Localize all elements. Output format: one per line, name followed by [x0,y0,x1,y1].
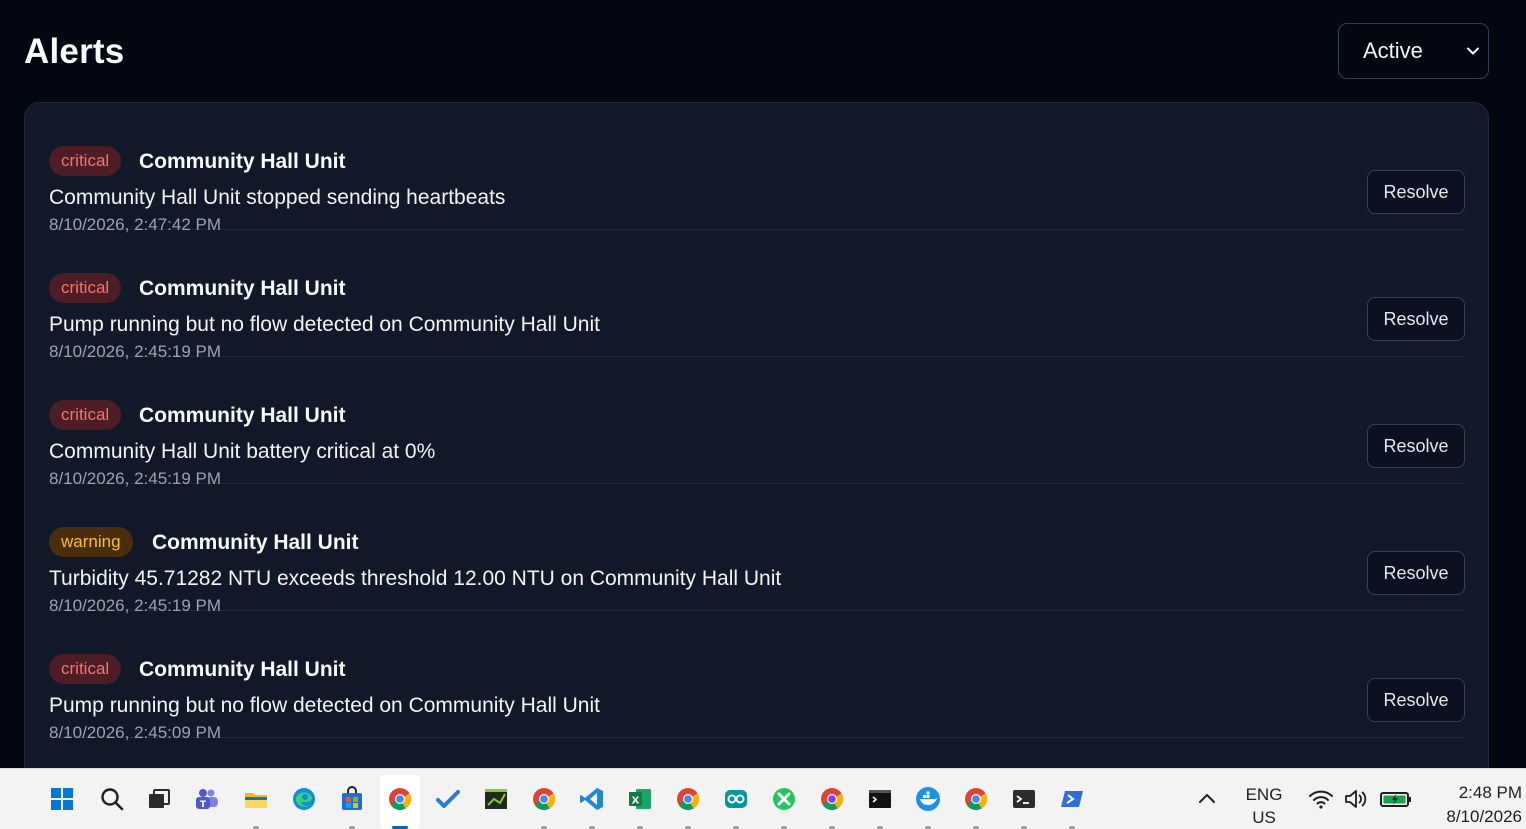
teams-icon[interactable]: T [194,786,220,812]
resolve-button[interactable]: Resolve [1367,678,1465,722]
language-indicator[interactable]: ENG US [1240,783,1288,829]
alerts-panel: critical Community Hall Unit Community H… [24,102,1489,768]
chrome-icon[interactable] [675,786,701,812]
chrome-icon[interactable] [819,786,845,812]
docker-icon[interactable] [915,786,941,812]
chrome-icon[interactable] [531,786,557,812]
wifi-icon[interactable] [1308,786,1334,812]
alerts-page: Alerts Active critical Community Hall Un… [0,0,1526,768]
resolve-button[interactable]: Resolve [1367,424,1465,468]
todo-icon[interactable] [435,786,461,812]
alert-row: critical Community Hall Unit Pump runnin… [49,230,1465,361]
show-hidden-icons-chevron-icon[interactable] [1194,786,1220,812]
edge-icon[interactable] [291,786,317,812]
page-title: Alerts [24,32,125,71]
chrome-icon[interactable] [387,786,413,812]
alert-device: Community Hall Unit [152,531,359,554]
powershell-icon[interactable] [1059,786,1085,812]
alert-timestamp: 8/10/2026, 2:45:09 PM [49,723,222,742]
alert-message: Community Hall Unit battery critical at … [49,440,436,463]
resolve-button[interactable]: Resolve [1367,551,1465,595]
windows-start-icon[interactable] [49,786,75,812]
clock-date: 8/10/2026 [1446,807,1522,826]
chevron-down-icon [1467,47,1479,55]
severity-badge: critical [49,654,122,684]
alert-device: Community Hall Unit [139,404,346,427]
console-icon[interactable] [867,786,893,812]
status-filter-select[interactable]: Active [1338,23,1489,79]
excel-icon[interactable]: X [627,786,653,812]
clock-time: 2:48 PM [1458,783,1522,802]
alert-device: Community Hall Unit [139,150,346,173]
alert-message: Turbidity 45.71282 NTU exceeds threshold… [49,567,782,590]
alert-message: Community Hall Unit stopped sending hear… [49,186,506,209]
svg-text:T: T [200,800,207,810]
alert-row: critical Community Hall Unit Pump runnin… [49,611,1465,742]
chrome-icon[interactable] [963,786,989,812]
vscode-icon[interactable] [579,786,605,812]
search-icon[interactable] [99,786,125,812]
language-code: ENG [1245,785,1283,804]
arduino-icon[interactable] [723,786,749,812]
alert-message: Pump running but no flow detected on Com… [49,694,600,717]
clock[interactable]: 2:48 PM 8/10/2026 [1430,781,1522,829]
region-code: US [1252,808,1276,827]
resolve-button[interactable]: Resolve [1367,170,1465,214]
alert-device: Community Hall Unit [139,658,346,681]
app-icon[interactable] [771,786,797,812]
file-explorer-icon[interactable] [243,786,269,812]
battery-charging-icon[interactable] [1380,786,1412,812]
task-view-icon[interactable] [146,786,172,812]
volume-icon[interactable] [1343,786,1369,812]
alert-row: critical Community Hall Unit Community H… [49,103,1465,234]
severity-badge: critical [49,400,122,430]
terminal-icon[interactable] [1011,786,1037,812]
severity-badge: warning [49,527,133,557]
severity-badge: critical [49,146,122,176]
svg-text:X: X [632,796,640,807]
alert-message: Pump running but no flow detected on Com… [49,313,600,336]
status-filter-value: Active [1363,38,1423,63]
windows-taskbar: T X ENG US 2:48 PM 8/10/2026 [0,768,1526,829]
alert-row: warning Community Hall Unit Turbidity 45… [49,484,1465,615]
store-icon[interactable] [339,786,365,812]
severity-badge: critical [49,273,122,303]
alert-row: critical Community Hall Unit Community H… [49,357,1465,488]
resolve-button[interactable]: Resolve [1367,297,1465,341]
terminal-app-icon[interactable] [483,786,509,812]
alert-device: Community Hall Unit [139,277,346,300]
